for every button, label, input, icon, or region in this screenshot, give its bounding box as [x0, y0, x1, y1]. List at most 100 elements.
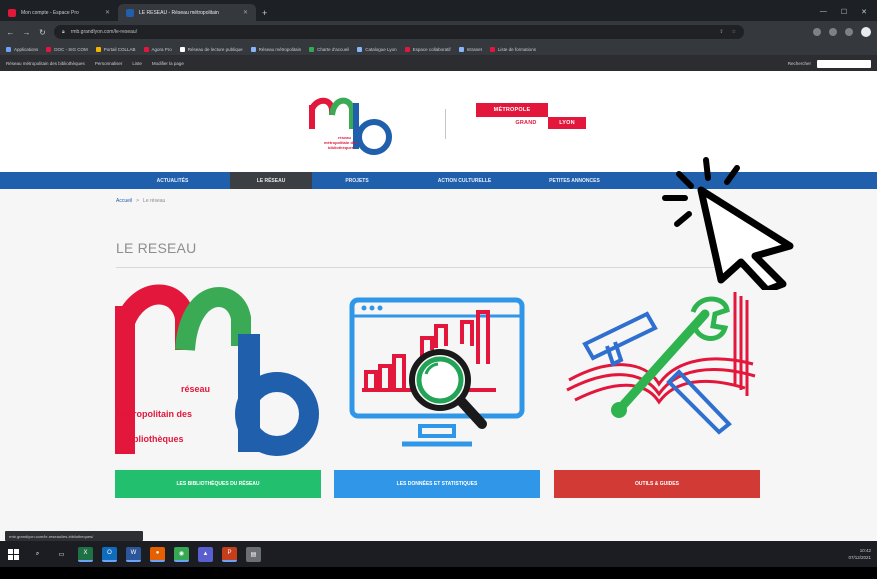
bookmarks-bar: Applications DOC - SIG COM Portail COLLAB A… — [0, 43, 877, 56]
secondary-toolbar: Réseau métropolitain des bibliothèques P… — [0, 56, 877, 71]
bookmark-item[interactable]: Catalogue Lyon — [357, 46, 397, 52]
breadcrumb-current: Le réseau — [143, 198, 166, 204]
chrome-icon[interactable]: ◉ — [174, 546, 189, 562]
powerpoint-icon[interactable]: P — [222, 546, 237, 562]
card1-logo-line: réseau — [181, 384, 210, 394]
nav-item-actualites[interactable]: Actualités — [115, 172, 230, 189]
search-input[interactable] — [817, 59, 871, 68]
bookmark-label: Catalogue Lyon — [365, 46, 397, 52]
breadcrumb-home-link[interactable]: Accueil — [116, 198, 132, 204]
files-icon[interactable]: ▤ — [246, 546, 261, 562]
window-controls: — ☐ ✕ — [820, 8, 877, 16]
profile-avatar[interactable] — [861, 27, 871, 37]
donnees-statistiques-button[interactable]: Les données et statistiques — [334, 470, 540, 498]
bookmark-favicon-icon — [458, 46, 464, 52]
bookmark-item[interactable]: Espace collaboratif — [404, 46, 451, 52]
bookmark-label: Portail COLLAB — [103, 46, 136, 52]
toolbar2-item[interactable]: Liste — [132, 61, 142, 66]
extension-icon[interactable] — [813, 28, 821, 36]
card1-logo-line: métropolitain des — [117, 409, 192, 419]
excel-icon[interactable]: X — [78, 546, 93, 562]
bookmark-label: Agora Pro — [151, 46, 172, 52]
share-icon[interactable]: ⇪ — [719, 29, 723, 35]
browser-tab-bar: Mon compte - Espace Pro ✕ LE RESEAU - Ré… — [0, 0, 877, 21]
star-icon[interactable]: ☆ — [732, 29, 736, 35]
bookmark-label: Liste de formations — [497, 46, 536, 52]
close-window-icon[interactable]: ✕ — [861, 8, 867, 16]
bookmark-favicon-icon — [357, 46, 363, 52]
reload-icon[interactable]: ↻ — [38, 28, 47, 37]
bookmark-item[interactable]: DOC - SIG COM — [46, 46, 88, 52]
rmb-logo[interactable]: réseau métropolitain des bibliothèques — [308, 85, 394, 161]
tab-favicon-icon — [8, 8, 16, 17]
breadcrumb-separator: > — [136, 198, 140, 204]
maximize-icon[interactable]: ☐ — [841, 8, 847, 16]
photos-icon[interactable]: ▲ — [198, 546, 213, 562]
extension-icon[interactable] — [829, 28, 837, 36]
nav-item-petites-annonces[interactable]: Petites annonces — [527, 172, 622, 189]
back-icon[interactable]: ← — [6, 28, 15, 37]
tab-label: Mon compte - Espace Pro — [21, 9, 79, 16]
bookmark-label: Réseau métropolitain — [258, 46, 302, 52]
bookmark-item[interactable]: Agora Pro — [143, 46, 172, 52]
nav-item-action-culturelle[interactable]: Action culturelle — [402, 172, 527, 189]
page-title: LE RESEAU — [116, 240, 197, 256]
bookmark-item[interactable]: Intranet — [458, 46, 482, 52]
omnibox-actions: ⇪ ☆ — [719, 29, 736, 35]
bookmark-favicon-icon — [179, 46, 185, 52]
bookmark-item[interactable]: Portail COLLAB — [95, 46, 136, 52]
tab-favicon-icon — [126, 8, 134, 17]
puzzle-icon[interactable] — [845, 28, 853, 36]
firefox-icon[interactable]: ● — [150, 546, 165, 562]
screenshot-frame: { "browser": { "tabs": [ {"label": "Mon … — [0, 0, 877, 579]
logo-divider — [445, 109, 446, 139]
address-bar[interactable]: 🔒︎ rmb.grandlyon.com/le-reseau/ ⇪ ☆ — [54, 25, 744, 39]
toolbar2-search: Rechercher — [787, 59, 871, 68]
minimize-icon[interactable]: — — [820, 8, 827, 16]
card1-logo-line: bibliothèques — [125, 434, 184, 444]
toolbar2-item[interactable]: Réseau métropolitain des bibliothèques — [6, 61, 85, 66]
nav-item-le-reseau[interactable]: Le réseau — [230, 172, 312, 189]
word-icon[interactable]: W — [126, 546, 141, 562]
bookmark-item[interactable]: Liste de formations — [489, 46, 536, 52]
rmb-large-logo-image[interactable]: réseau métropolitain des bibliothèques — [115, 284, 321, 462]
bookmark-label: Intranet — [466, 46, 482, 52]
search-icon[interactable]: ⌕ — [30, 547, 45, 562]
search-label: Rechercher — [787, 61, 811, 66]
toolbar2-item[interactable]: Modifier la page — [152, 61, 184, 66]
windows-icon[interactable] — [6, 547, 21, 562]
bookmark-label: DOC - SIG COM — [54, 46, 88, 52]
clock-time: 10:42 — [859, 548, 871, 553]
bookmark-label: Charte d'accueil — [317, 46, 350, 52]
close-tab-icon[interactable]: ✕ — [105, 9, 110, 16]
bookmark-item[interactable]: Applications — [6, 46, 39, 52]
outlook-icon[interactable]: O — [102, 546, 117, 562]
browser-tab-1[interactable]: Mon compte - Espace Pro ✕ — [0, 4, 118, 21]
system-tray-clock[interactable]: 10:42 07/12/2021 — [848, 547, 871, 561]
metro-text-metropole: MÉTROPOLE — [476, 103, 548, 117]
data-statistics-image[interactable] — [336, 284, 542, 462]
tools-guides-image[interactable] — [555, 284, 761, 462]
bookmark-label: Applications — [14, 46, 39, 52]
forward-icon[interactable]: → — [22, 28, 31, 37]
bookmark-label: Espace collaboratif — [412, 46, 451, 52]
bookmark-favicon-icon — [309, 46, 315, 52]
bookmark-item[interactable]: Réseau de lecture publique — [179, 46, 243, 52]
bookmark-favicon-icon — [6, 46, 11, 52]
nav-item-projets[interactable]: Projets — [312, 172, 402, 189]
metropole-logo[interactable]: MÉTROPOLE GRAND LYON — [476, 103, 588, 143]
metro-text-lyon: LYON — [548, 117, 586, 129]
toolbar-extensions — [813, 27, 871, 37]
plus-icon[interactable]: + — [262, 8, 267, 18]
address-text: rmb.grandlyon.com/le-reseau/ — [70, 29, 138, 35]
bibliotheques-button[interactable]: Les bibliothèques du réseau — [115, 470, 321, 498]
bookmark-item[interactable]: Charte d'accueil — [309, 46, 350, 52]
task-view-icon[interactable]: ▭ — [54, 547, 69, 562]
bookmark-item[interactable]: Réseau métropolitain — [250, 46, 302, 52]
close-tab-icon[interactable]: ✕ — [243, 9, 248, 16]
bookmark-favicon-icon — [404, 46, 410, 52]
outils-guides-button[interactable]: Outils & guides — [554, 470, 760, 498]
toolbar2-item[interactable]: Personnaliser — [95, 61, 123, 66]
browser-tab-2[interactable]: LE RESEAU - Réseau métropolitain ✕ — [118, 4, 256, 21]
clock-date: 07/12/2021 — [848, 555, 871, 560]
